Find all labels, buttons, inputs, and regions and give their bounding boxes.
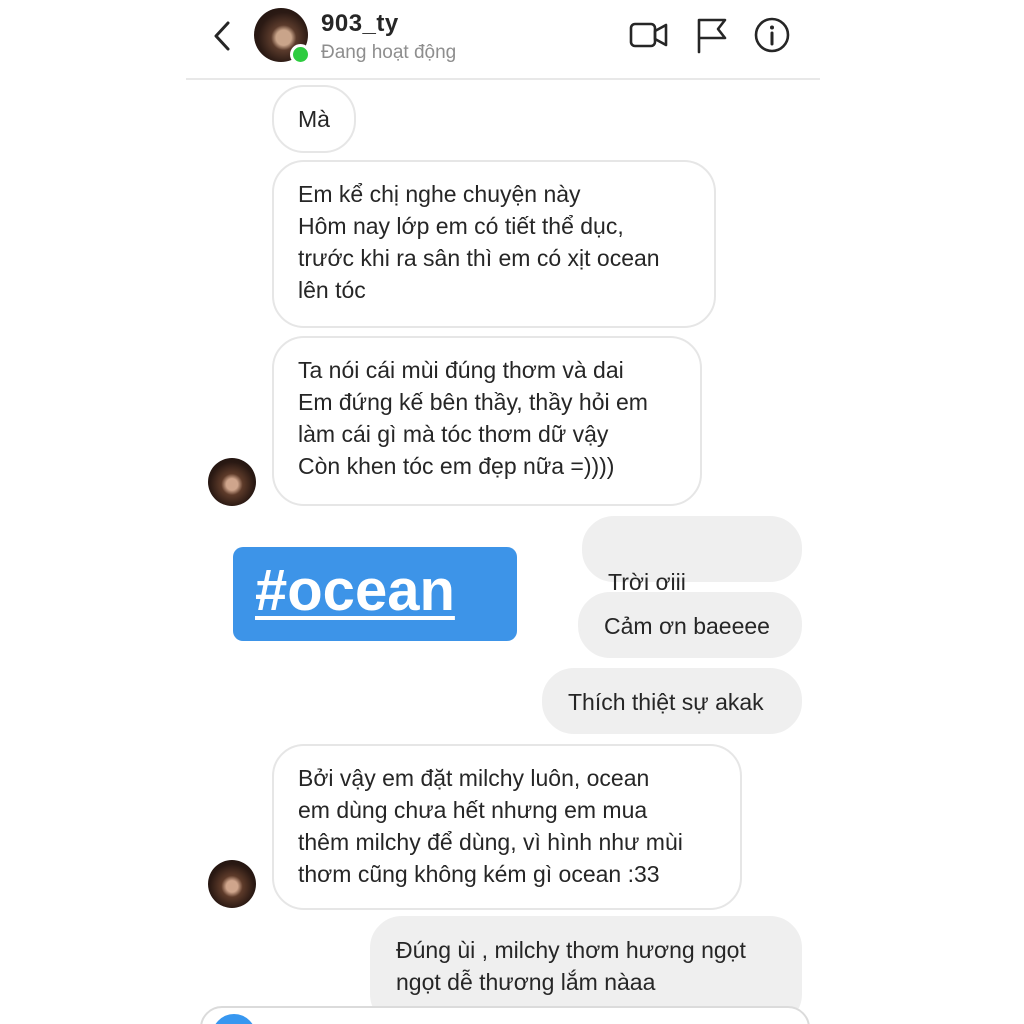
message-outgoing[interactable]: Cảm ơn baeeee [578, 592, 802, 658]
flag-icon[interactable] [691, 14, 733, 56]
message-incoming[interactable]: Bởi vậy em đặt milchy luôn, ocean em dùn… [272, 744, 742, 910]
online-status-dot [290, 44, 311, 65]
chat-header: 903_ty Đang hoạt động [186, 0, 820, 80]
message-incoming[interactable]: Em kể chị nghe chuyện này Hôm nay lớp em… [272, 160, 716, 328]
message-input[interactable] [200, 1006, 810, 1024]
activity-status: Đang hoạt động [321, 42, 457, 63]
message-outgoing[interactable]: Thích thiệt sự akak [542, 668, 802, 734]
video-call-icon[interactable] [628, 14, 670, 56]
story-hashtag: #ocean [255, 558, 455, 623]
chat-username[interactable]: 903_ty [321, 10, 399, 38]
story-reply-card[interactable]: #ocean [233, 547, 517, 641]
message-incoming[interactable]: Mà [272, 85, 356, 153]
sender-avatar[interactable] [208, 860, 256, 908]
info-icon[interactable] [751, 14, 793, 56]
chat-screen: 903_ty Đang hoạt động Mà Em kể chị nghe … [186, 0, 820, 1024]
back-chevron-icon[interactable] [204, 18, 240, 54]
message-outgoing[interactable]: Trời ơiii 😍 😍c [582, 516, 802, 660]
message-incoming[interactable]: Ta nói cái mùi đúng thơm và dai Em đứng … [272, 336, 702, 506]
sender-avatar[interactable] [208, 458, 256, 506]
